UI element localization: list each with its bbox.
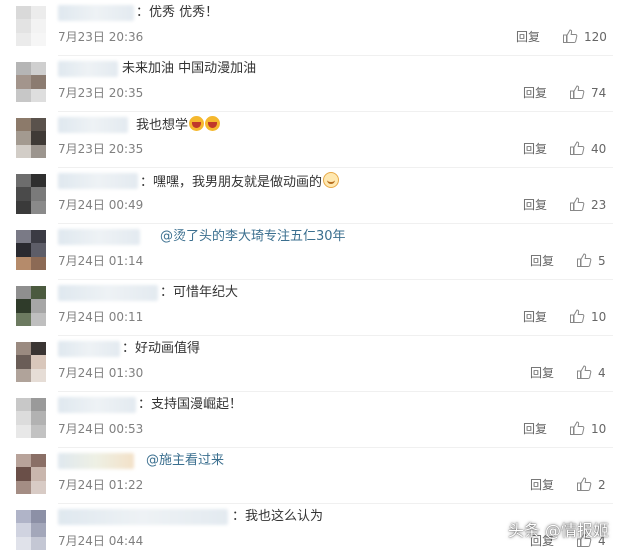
comment-text: @烫了头的李大琦专注五仁30年 [160,228,346,246]
laugh-emoji-icon [205,116,221,131]
cat-emoji-icon [323,172,340,188]
username-blurred[interactable] [58,397,136,413]
comment-time: 7月23日 20:36 [58,30,144,44]
like-count: 2 [598,478,606,492]
comment-text: ：优秀 优秀！ [136,5,219,20]
mention-link[interactable]: @施主看过来 [146,453,224,468]
laugh-emoji-icon [189,116,205,131]
username-blurred[interactable] [58,509,228,525]
comment-time: 7月24日 00:53 [58,422,144,436]
comment-text: ：可惜年纪大 [160,285,239,300]
thumbs-up-icon[interactable] [569,84,585,100]
mention-link[interactable]: @烫了头的李大琦专注五仁30年 [160,229,346,244]
comment-item: ：支持国漫崛起！ 7月24日 00:53 回复 10 [0,392,623,448]
like-count: 40 [591,142,607,156]
avatar[interactable] [16,62,46,102]
avatar[interactable] [16,230,46,270]
like-count: 10 [591,310,607,324]
avatar[interactable] [16,510,46,550]
thumbs-up-icon[interactable] [569,420,585,436]
username-blurred[interactable] [58,173,138,189]
like-count: 74 [591,86,607,100]
reply-button[interactable]: 回复 [530,365,554,381]
comment-time: 7月23日 20:35 [58,142,144,156]
comment-item: ：嘿嘿，我男朋友就是做动画的 7月24日 00:49 回复 23 [0,168,623,224]
comment-text: ：嘿嘿，我男朋友就是做动画的 [140,172,340,192]
comment-item: ：优秀 优秀！ 7月23日 20:36 回复 120 [0,0,623,56]
avatar[interactable] [16,342,46,382]
comment-item: ：可惜年纪大 7月24日 00:11 回复 10 [0,280,623,336]
avatar[interactable] [16,454,46,494]
comment-time: 7月24日 01:22 [58,478,144,492]
avatar[interactable] [16,174,46,214]
reply-button[interactable]: 回复 [523,141,547,157]
comment-text: ：好动画值得 [122,341,201,356]
watermark: 头条 @情报姬 [507,521,609,540]
thumbs-up-icon[interactable] [562,28,578,44]
comment-text: 我也想学 [136,116,221,135]
thumbs-up-icon[interactable] [576,476,592,492]
comment-item: 我也想学 7月23日 20:35 回复 40 [0,112,623,168]
comment-item: @烫了头的李大琦专注五仁30年 7月24日 01:14 回复 5 [0,224,623,280]
comment-time: 7月23日 20:35 [58,86,144,100]
comment-text: 未来加油 中国动漫加油 [122,61,257,76]
thumbs-up-icon[interactable] [569,308,585,324]
username-blurred[interactable] [58,341,120,357]
username-blurred[interactable] [58,5,134,21]
comment-item: 未来加油 中国动漫加油 7月23日 20:35 回复 74 [0,56,623,112]
comment-time: 7月24日 04:44 [58,534,144,548]
comment-item: @施主看过来 7月24日 01:22 回复 2 [0,448,623,504]
comment-item: ：好动画值得 7月24日 01:30 回复 4 [0,336,623,392]
avatar[interactable] [16,286,46,326]
username-blurred[interactable] [58,61,118,77]
username-blurred[interactable] [58,229,140,245]
avatar[interactable] [16,398,46,438]
comment-text: ：支持国漫崛起！ [138,397,243,412]
username-blurred[interactable] [58,285,158,301]
like-count: 23 [591,198,607,212]
comment-time: 7月24日 01:30 [58,366,144,380]
like-count: 4 [598,366,606,380]
thumbs-up-icon[interactable] [576,252,592,268]
like-count: 5 [598,254,606,268]
reply-button[interactable]: 回复 [523,85,547,101]
comment-text: @施主看过来 [146,452,224,470]
comment-time: 7月24日 01:14 [58,254,144,268]
comment-time: 7月24日 00:11 [58,310,144,324]
reply-button[interactable]: 回复 [523,421,547,437]
comment-text: ：我也这么认为 [232,509,324,524]
avatar[interactable] [16,6,46,46]
thumbs-up-icon[interactable] [569,140,585,156]
thumbs-up-icon[interactable] [569,196,585,212]
reply-button[interactable]: 回复 [516,29,540,45]
thumbs-up-icon[interactable] [576,364,592,380]
like-count: 10 [591,422,607,436]
reply-button[interactable]: 回复 [530,253,554,269]
comment-time: 7月24日 00:49 [58,198,144,212]
username-blurred[interactable] [58,453,134,469]
username-blurred[interactable] [58,117,128,133]
reply-button[interactable]: 回复 [523,197,547,213]
reply-button[interactable]: 回复 [523,309,547,325]
reply-button[interactable]: 回复 [530,477,554,493]
avatar[interactable] [16,118,46,158]
like-count: 120 [584,30,607,44]
